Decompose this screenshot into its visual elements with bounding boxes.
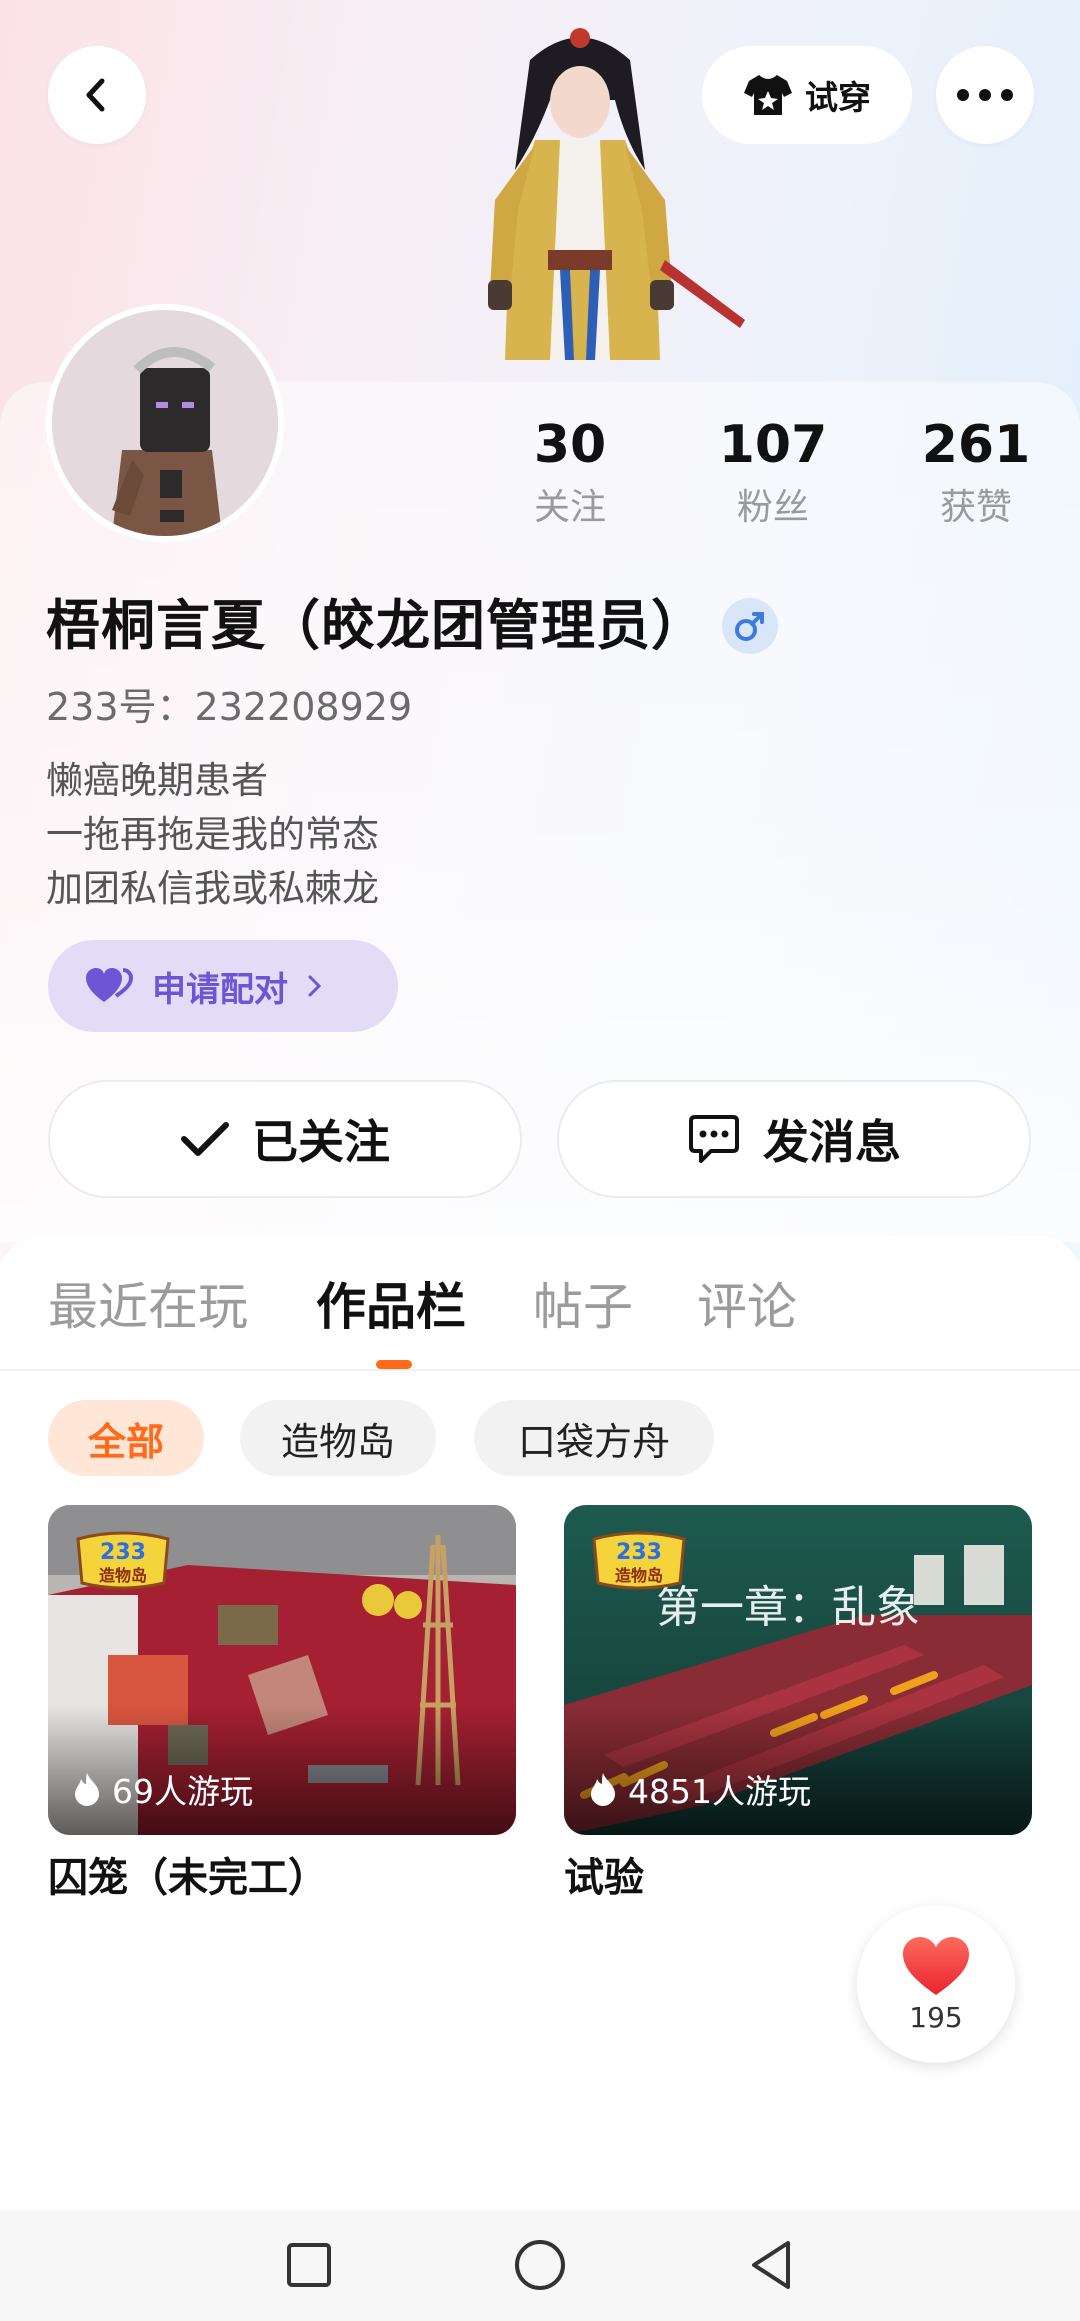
scene-overlay-text: 第一章：乱象 [656,1582,920,1633]
play-count: 69人游玩 [72,1765,253,1813]
stat-value: 261 [921,415,1031,475]
bio-line: 加团私信我或私棘龙 [46,867,379,910]
tab-works[interactable]: 作品栏 [316,1272,466,1342]
profile-stats: 30 关注 107 粉丝 261 获赞 [470,410,1060,550]
home-button[interactable] [507,2232,573,2298]
tab-recently-played[interactable]: 最近在玩 [48,1272,248,1342]
stat-value: 107 [718,415,828,475]
stat-label: 关注 [533,487,606,528]
stat-followers[interactable]: 107 粉丝 [673,410,873,536]
play-count-text: 4851人游玩 [628,1772,811,1811]
zaowudao-badge-icon: 233 造物岛 [592,1531,686,1590]
triangle-back-icon [752,2241,790,2289]
filter-zaowudao[interactable]: 造物岛 [240,1400,436,1476]
send-message-label: 发消息 [763,1115,901,1169]
send-message-button[interactable]: 发消息 [557,1080,1031,1198]
back-nav-button[interactable] [738,2232,804,2298]
back-button[interactable] [48,46,146,144]
badge-number: 233 [616,1540,662,1565]
stat-following[interactable]: 30 关注 [470,410,670,536]
tab-comments[interactable]: 评论 [697,1272,797,1342]
chevron-left-icon [86,78,105,112]
profile-avatar[interactable] [46,304,284,542]
filter-all[interactable]: 全部 [48,1400,204,1476]
try-on-label: 试穿 [805,78,871,117]
flame-icon [591,1773,615,1806]
badge-name: 造物岛 [615,1566,663,1585]
like-button[interactable]: 195 [857,1905,1015,2063]
following-button[interactable]: 已关注 [48,1080,522,1198]
recent-apps-button[interactable] [276,2232,342,2298]
work-card[interactable]: 第一章：乱象 233 造物岛 4851人游玩 试验 [564,1505,1032,1907]
stat-label: 获赞 [939,487,1012,528]
username: 梧桐言夏（皎龙团管理员） [46,594,706,657]
stat-label: 粉丝 [736,487,809,528]
avatar-figure [52,310,278,536]
work-thumbnail: 233 造物岛 69人游玩 [48,1505,516,1835]
work-thumbnail: 第一章：乱象 233 造物岛 4851人游玩 [564,1505,1032,1835]
try-on-button[interactable]: 试穿 [702,46,912,144]
flame-icon [75,1773,99,1806]
play-count: 4851人游玩 [588,1765,811,1813]
bio-line: 懒癌晚期患者 [46,759,268,802]
filter-pocket-ark[interactable]: 口袋方舟 [474,1400,714,1476]
more-options-button[interactable] [936,46,1034,144]
tab-bar: 最近在玩 作品栏 帖子 评论 [0,1236,1080,1370]
character-avatar-3d [488,28,745,360]
badge-name: 造物岛 [99,1566,147,1585]
stat-value: 30 [533,415,607,475]
circle-icon [515,2240,565,2290]
work-title: 试验 [564,1855,644,1901]
square-icon [287,2243,331,2287]
play-count-text: 69人游玩 [112,1772,253,1811]
stat-likes[interactable]: 261 获赞 [876,410,1076,536]
apply-pair-label: 申请配对 [152,969,288,1010]
checkmark-icon [181,1122,229,1156]
active-tab-indicator [376,1360,412,1369]
like-count: 195 [909,2000,963,2034]
work-card[interactable]: 233 造物岛 69人游玩 囚笼（未完工） [48,1505,516,1907]
user-id: 233号：232208929 [46,685,413,729]
tshirt-icon [744,75,792,115]
male-icon [722,598,778,654]
bio: 懒癌晚期患者 一拖再拖是我的常态 加团私信我或私棘龙 [46,754,379,916]
badge-number: 233 [100,1540,146,1565]
more-horizontal-icon [957,89,1013,101]
system-navigation-bar [0,2210,1080,2321]
tab-posts[interactable]: 帖子 [533,1272,633,1342]
chevron-right-icon [308,975,322,997]
avatar-image [52,310,278,536]
divider [0,1369,1080,1371]
apply-pair-button[interactable]: 申请配对 [48,940,398,1032]
following-label: 已关注 [252,1115,390,1169]
heart-pair-icon [86,968,134,1002]
bio-line: 一拖再拖是我的常态 [46,813,379,856]
chat-bubble-icon [689,1115,739,1163]
work-title: 囚笼（未完工） [48,1855,328,1901]
heart-icon [903,1936,969,1995]
zaowudao-badge-icon: 233 造物岛 [76,1531,170,1590]
